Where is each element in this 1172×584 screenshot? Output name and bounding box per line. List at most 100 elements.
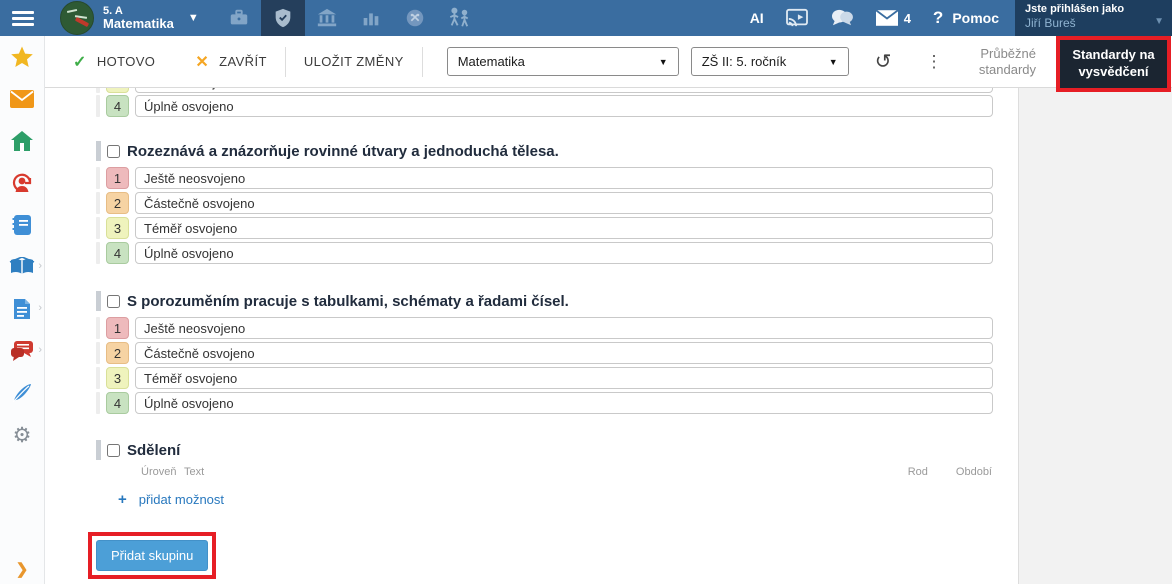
row-drag-handle[interactable] (96, 342, 100, 364)
add-group-button[interactable]: Přidat skupinu (96, 540, 208, 571)
level-text-input[interactable] (135, 392, 993, 414)
group-drag-handle[interactable] (96, 440, 101, 460)
row-drag-handle[interactable] (96, 95, 100, 117)
more-options-icon[interactable]: ⋮ (925, 52, 942, 72)
level-badge: 3 (106, 88, 129, 93)
group-header: Rozeznává a znázorňuje rovinné útvary a … (96, 141, 1018, 161)
help-button[interactable]: ? Pomoc (933, 8, 999, 28)
group-header: S porozuměním pracuje s tabulkami, schém… (96, 291, 1018, 311)
add-option-link[interactable]: + přidat možnost (118, 491, 1018, 508)
column-level: Úroveň (141, 466, 184, 478)
bank-columns-icon[interactable] (305, 0, 349, 36)
sidebar-item-mail[interactable] (0, 78, 44, 120)
messages-icon[interactable]: 4 (876, 10, 911, 26)
activity-badge-icon[interactable] (393, 0, 437, 36)
group-title: Rozeznává a znázorňuje rovinné útvary a … (127, 143, 559, 160)
bar-chart-icon[interactable] (349, 0, 393, 36)
row-drag-handle[interactable] (96, 217, 100, 239)
row-drag-handle[interactable] (96, 392, 100, 414)
grade-select-value: ZŠ II: 5. ročník (702, 54, 787, 69)
group-checkbox[interactable] (107, 444, 120, 457)
subject-select[interactable]: Matematika ▼ (447, 47, 679, 76)
level-text-input[interactable] (135, 88, 993, 93)
group-checkbox[interactable] (107, 145, 120, 158)
left-sidebar: › › › ⚙ ❯ (0, 36, 45, 584)
level-text-input[interactable] (135, 192, 993, 214)
row-drag-handle[interactable] (96, 367, 100, 389)
hikers-icon[interactable] (437, 0, 481, 36)
sidebar-item-gradebook[interactable] (0, 204, 44, 246)
select-caret-icon: ▼ (649, 57, 668, 67)
sidebar-item-subjects[interactable]: › (0, 246, 44, 288)
class-dropdown-caret-icon[interactable]: ▼ (188, 12, 199, 24)
row-drag-handle[interactable] (96, 167, 100, 189)
level-text-input[interactable] (135, 95, 993, 117)
level-text-input[interactable] (135, 242, 993, 264)
group-drag-handle[interactable] (96, 141, 101, 161)
question-mark-icon: ? (933, 8, 943, 28)
group-header-message: Sdělení ⚙ (96, 440, 1018, 460)
level-row: 1 (96, 167, 1018, 189)
subject-select-value: Matematika (458, 54, 525, 69)
briefcase-icon[interactable] (217, 0, 261, 36)
sidebar-item-notes[interactable] (0, 372, 44, 414)
level-text-input[interactable] (135, 367, 993, 389)
user-menu[interactable]: Jste přihlášen jako Jiří Bureš ▼ (1015, 0, 1172, 36)
x-icon: ✕ (195, 52, 209, 72)
save-label: ULOŽIT ZMĚNY (304, 54, 404, 69)
column-headers: Úroveň Text Rod Období (141, 466, 992, 478)
app-window: 5. A Matematika ▼ AI (0, 0, 1172, 584)
sidebar-item-settings[interactable]: ⚙ (0, 414, 44, 456)
document-icon (12, 298, 32, 320)
sidebar-item-favorites[interactable] (0, 36, 44, 78)
level-badge: 1 (106, 167, 129, 189)
level-text-input[interactable] (135, 317, 993, 339)
row-drag-handle[interactable] (96, 242, 100, 264)
action-toolbar: ✓ HOTOVO ✕ ZAVŘÍT ULOŽIT ZMĚNY Matematik… (45, 36, 1172, 88)
screencast-icon[interactable] (786, 8, 808, 28)
sidebar-item-messages[interactable]: › (0, 330, 44, 372)
level-badge: 3 (106, 367, 129, 389)
class-selector[interactable]: 5. A Matematika (103, 5, 174, 31)
tab-report-card-standards[interactable]: Standardy na vysvědčení (1060, 40, 1167, 88)
level-text-input[interactable] (135, 167, 993, 189)
done-label: HOTOVO (97, 54, 156, 69)
school-logo[interactable] (60, 1, 94, 35)
annotation-red-box-tab: Standardy na vysvědčení (1056, 36, 1171, 92)
open-book-icon (9, 257, 35, 277)
shield-check-icon[interactable] (261, 0, 305, 36)
tab-running-standards[interactable]: Průběžné standardy (979, 46, 1036, 79)
level-badge: 3 (106, 217, 129, 239)
person-refresh-icon (10, 171, 34, 195)
add-option-label: přidat možnost (139, 492, 224, 507)
row-drag-handle[interactable] (96, 88, 100, 93)
check-icon: ✓ (73, 52, 87, 72)
row-drag-handle[interactable] (96, 192, 100, 214)
level-text-input[interactable] (135, 342, 993, 364)
level-badge: 4 (106, 392, 129, 414)
save-changes-button[interactable]: ULOŽIT ZMĚNY (298, 46, 410, 77)
hamburger-menu-icon[interactable] (0, 0, 46, 36)
level-row: 2 (96, 342, 1018, 364)
group-drag-handle[interactable] (96, 291, 101, 311)
sidebar-item-home[interactable] (0, 120, 44, 162)
grade-select[interactable]: ZŠ II: 5. ročník ▼ (691, 47, 849, 76)
level-row: 4 (96, 242, 1018, 264)
toolbar-divider (285, 47, 286, 77)
partial-cut-row: 3 (45, 88, 1018, 94)
sidebar-expand-chevron[interactable]: ❯ (0, 560, 44, 578)
group-checkbox[interactable] (107, 295, 120, 308)
submenu-chevron-icon: › (38, 344, 42, 356)
sidebar-item-documents[interactable]: › (0, 288, 44, 330)
level-text-input[interactable] (135, 217, 993, 239)
done-button[interactable]: ✓ HOTOVO (67, 44, 161, 80)
close-button[interactable]: ✕ ZAVŘÍT (189, 44, 272, 80)
home-icon (10, 130, 34, 152)
row-drag-handle[interactable] (96, 317, 100, 339)
ai-button[interactable]: AI (750, 10, 764, 26)
chat-bubbles-icon[interactable] (830, 8, 854, 28)
column-text: Text (184, 466, 204, 478)
group-title: Sdělení (127, 442, 180, 459)
sidebar-item-student[interactable] (0, 162, 44, 204)
history-icon[interactable]: ↺ (875, 52, 892, 72)
